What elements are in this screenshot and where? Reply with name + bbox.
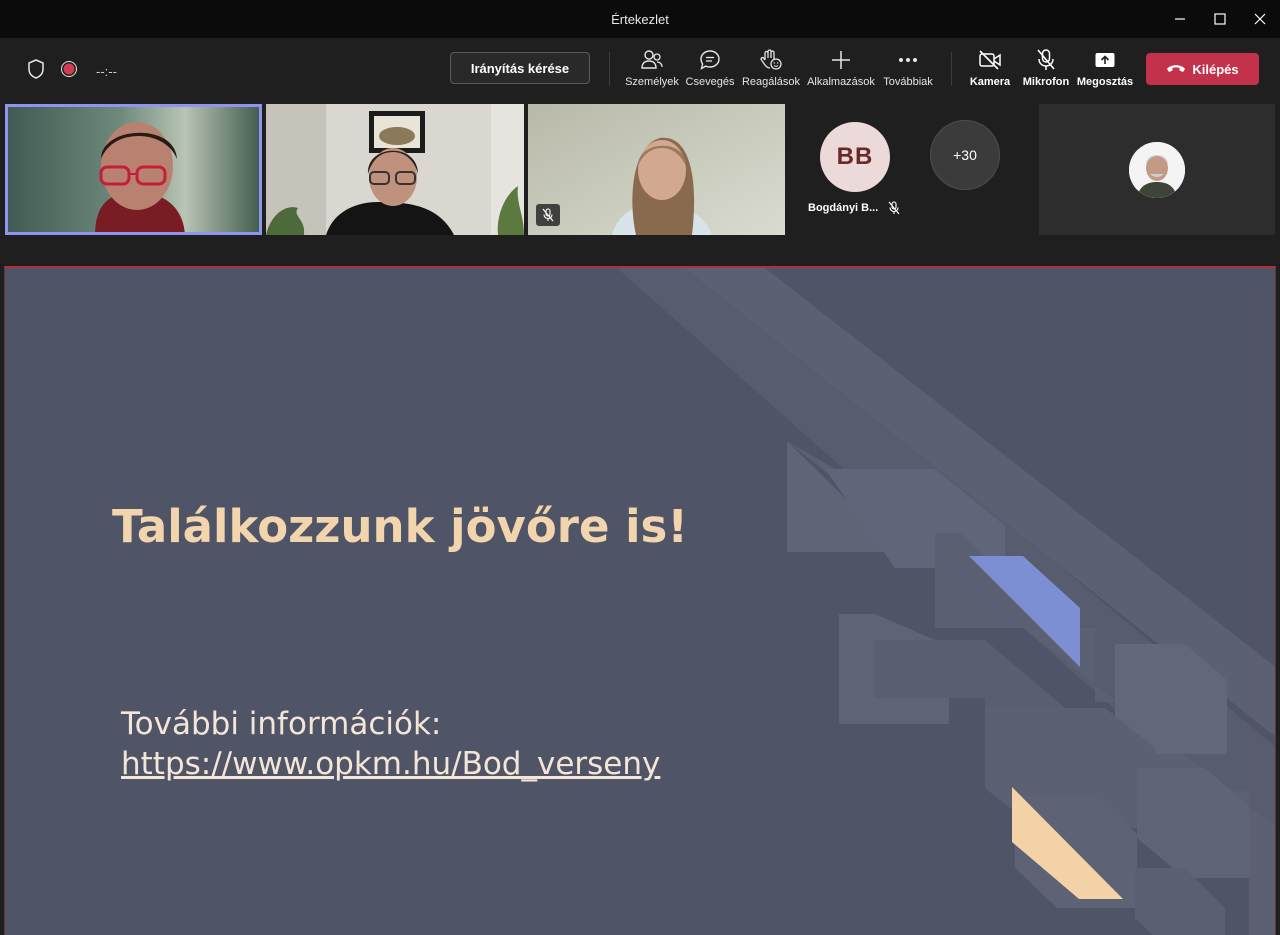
window-controls (1160, 0, 1280, 38)
slide-link[interactable]: https://www.opkm.hu/Bod_verseny (121, 744, 660, 784)
more-participants-button[interactable]: +30 (930, 120, 1000, 190)
participant-video (528, 104, 785, 235)
shield-icon[interactable] (26, 58, 46, 85)
reactions-label: Reagálások (741, 76, 801, 88)
share-label: Megosztás (1076, 76, 1134, 88)
mic-label: Mikrofon (1022, 76, 1070, 88)
participant-name: Bogdányi B... (808, 202, 879, 214)
close-button[interactable] (1240, 0, 1280, 38)
mic-off-icon (888, 201, 900, 220)
window-title: Értekezlet (611, 11, 669, 27)
more-label: Továbbiak (883, 76, 933, 88)
plus-icon (831, 48, 851, 72)
minimize-icon (1175, 18, 1185, 20)
hang-up-icon (1166, 62, 1186, 77)
muted-indicator (536, 204, 560, 226)
maximize-button[interactable] (1200, 0, 1240, 38)
close-icon (1254, 13, 1266, 25)
avatar[interactable]: BB (820, 122, 890, 192)
chat-label: Csevegés (685, 76, 735, 88)
mic-off-icon (1036, 48, 1056, 72)
share-icon (1094, 48, 1116, 72)
request-control-button[interactable]: Irányítás kérése (450, 52, 590, 84)
shared-content: Találkozzunk jövőre is! További informác… (4, 266, 1276, 935)
maximize-icon (1214, 13, 1226, 25)
video-tile-active-speaker[interactable] (5, 104, 262, 235)
apps-button[interactable]: Alkalmazások (806, 48, 876, 88)
raise-hand-icon (759, 48, 783, 72)
people-icon (640, 48, 664, 72)
more-icon (898, 48, 918, 72)
chat-button[interactable]: Csevegés (675, 48, 745, 88)
meeting-timer: --:-- (96, 64, 117, 79)
meeting-status: --:-- (26, 58, 117, 85)
camera-label: Kamera (969, 76, 1011, 88)
more-button[interactable]: Továbbiak (873, 48, 943, 88)
video-tile[interactable] (528, 104, 785, 235)
avatar (1129, 142, 1185, 198)
participant-strip: BB Bogdányi B... +30 (0, 100, 1280, 266)
recording-icon (60, 60, 78, 83)
participant-video (5, 104, 262, 235)
leave-label: Kilépés (1192, 61, 1239, 77)
slide-decoration (617, 268, 1275, 935)
title-bar: Értekezlet (0, 0, 1280, 38)
camera-off-icon (978, 48, 1002, 72)
apps-label: Alkalmazások (807, 76, 875, 88)
participant-video (266, 104, 524, 235)
leave-button[interactable]: Kilépés (1146, 53, 1259, 85)
minimize-button[interactable] (1160, 0, 1200, 38)
meeting-toolbar: --:-- Irányítás kérése Személyek Csevegé… (0, 38, 1280, 100)
share-button[interactable]: Megosztás (1070, 48, 1140, 88)
video-tile[interactable] (1039, 104, 1275, 235)
video-tile[interactable] (266, 104, 524, 235)
mic-off-icon (542, 208, 554, 222)
people-label: Személyek (625, 76, 679, 88)
slide-info-label: További információk: (121, 706, 442, 742)
slide-title: Találkozzunk jövőre is! (112, 500, 688, 553)
chat-icon (699, 48, 721, 72)
toolbar-separator (951, 52, 952, 86)
toolbar-separator (609, 52, 610, 86)
reactions-button[interactable]: Reagálások (736, 48, 806, 88)
